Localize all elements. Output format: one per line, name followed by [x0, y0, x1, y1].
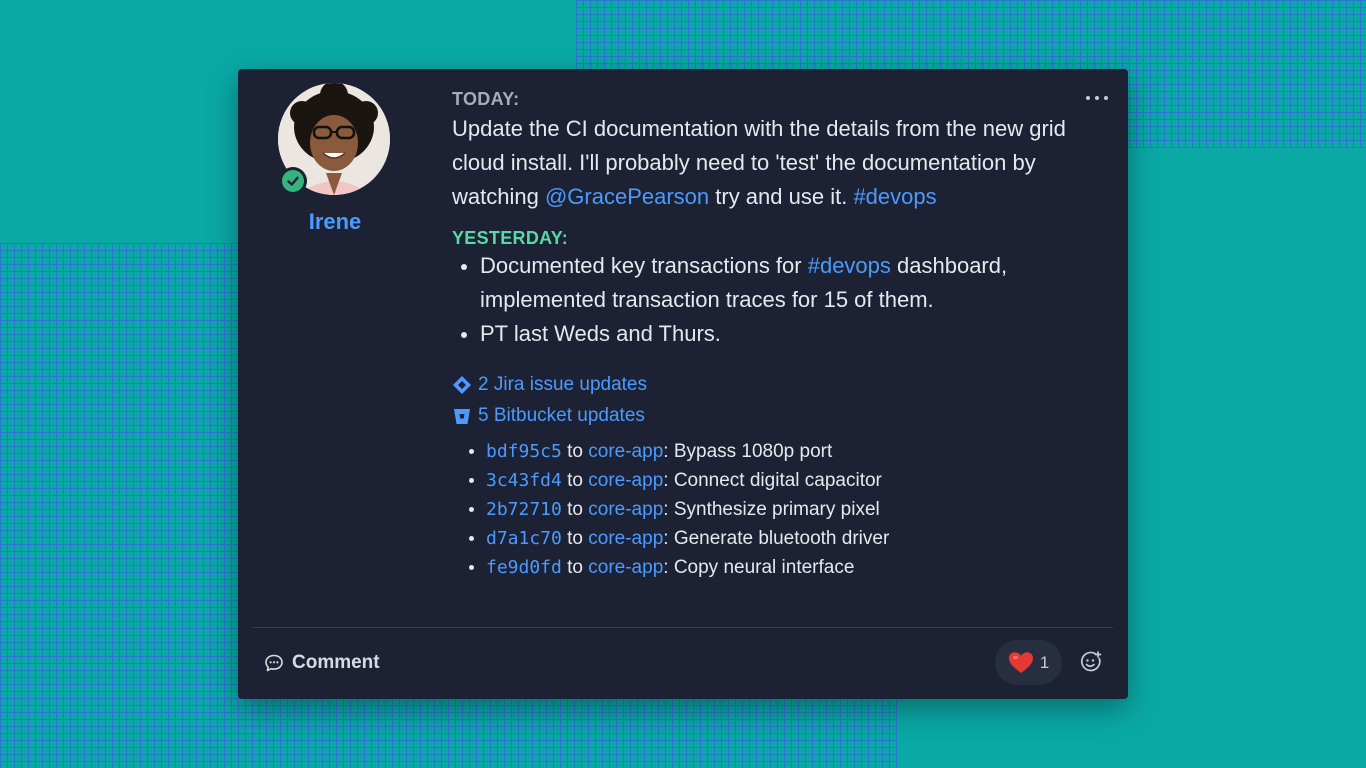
commit-hash[interactable]: 2b72710: [486, 499, 562, 520]
jira-icon: [453, 375, 471, 394]
comment-button[interactable]: Comment: [264, 649, 380, 677]
integrations: 2 Jira issue updates 5 Bitbucket updates…: [452, 369, 1117, 582]
bitbucket-updates-link[interactable]: 5 Bitbucket updates: [452, 400, 1117, 431]
yesterday-label: YESTERDAY:: [452, 228, 569, 248]
mention-link[interactable]: @GracePearson: [545, 184, 709, 209]
commit-hash[interactable]: bdf95c5: [486, 441, 562, 462]
commit-message: : Copy neural interface: [663, 557, 855, 578]
yesterday-item-text: PT last Weds and Thurs.: [480, 321, 721, 346]
commit-hash[interactable]: 3c43fd4: [486, 470, 562, 491]
list-item: PT last Weds and Thurs.: [452, 317, 1117, 351]
commit-item: 2b72710 to core-app: Synthesize primary …: [452, 495, 1117, 524]
check-circle-icon: [282, 170, 304, 192]
bitbucket-icon: [454, 408, 470, 424]
jira-updates-link[interactable]: 2 Jira issue updates: [452, 369, 1117, 400]
heart-icon: [1008, 651, 1033, 673]
commit-list: bdf95c5 to core-app: Bypass 1080p port 3…: [452, 437, 1117, 582]
hashtag-link[interactable]: #devops: [808, 253, 891, 278]
repo-link[interactable]: core-app: [588, 470, 663, 491]
commit-message: : Synthesize primary pixel: [663, 499, 880, 520]
add-reaction-button[interactable]: [1080, 651, 1102, 673]
commit-to: to: [561, 499, 589, 520]
repo-link[interactable]: core-app: [588, 441, 663, 462]
commit-to: to: [561, 441, 589, 462]
heart-reaction-button[interactable]: 1: [995, 640, 1062, 685]
commit-to: to: [561, 470, 589, 491]
yesterday-item-text: Documented key transactions for: [480, 253, 808, 278]
repo-link[interactable]: core-app: [588, 528, 663, 549]
post-content: TODAY: Update the CI documentation with …: [452, 89, 1117, 582]
commit-hash[interactable]: fe9d0fd: [486, 557, 562, 578]
today-text: Update the CI documentation with the det…: [452, 112, 1117, 214]
reaction-count: 1: [1039, 652, 1050, 672]
footer-divider: [253, 627, 1113, 628]
list-item: Documented key transactions for #devops …: [452, 249, 1117, 317]
bitbucket-updates-label: 5 Bitbucket updates: [478, 404, 645, 426]
author-name[interactable]: Irene: [238, 209, 432, 235]
comment-bubble-icon: [265, 654, 283, 672]
repo-link[interactable]: core-app: [588, 557, 663, 578]
add-emoji-icon: [1080, 651, 1102, 672]
commit-message: : Generate bluetooth driver: [663, 528, 890, 549]
commit-hash[interactable]: d7a1c70: [486, 528, 562, 549]
comment-label: Comment: [292, 652, 380, 673]
yesterday-list: Documented key transactions for #devops …: [452, 249, 1117, 351]
commit-message: : Bypass 1080p port: [663, 441, 833, 462]
online-status-badge: [279, 167, 307, 195]
commit-message: : Connect digital capacitor: [663, 470, 882, 491]
commit-item: bdf95c5 to core-app: Bypass 1080p port: [452, 437, 1117, 466]
commit-to: to: [561, 528, 589, 549]
jira-updates-label: 2 Jira issue updates: [478, 373, 647, 395]
today-label: TODAY:: [452, 89, 520, 109]
repo-link[interactable]: core-app: [588, 499, 663, 520]
commit-item: d7a1c70 to core-app: Generate bluetooth …: [452, 524, 1117, 553]
commit-item: 3c43fd4 to core-app: Connect digital cap…: [452, 466, 1117, 495]
standup-card: Irene TODAY: Update the CI documentation…: [238, 69, 1128, 699]
commit-item: fe9d0fd to core-app: Copy neural interfa…: [452, 553, 1117, 582]
today-text-part-2: try and use it.: [709, 184, 854, 209]
hashtag-link[interactable]: #devops: [853, 184, 936, 209]
commit-to: to: [561, 557, 589, 578]
